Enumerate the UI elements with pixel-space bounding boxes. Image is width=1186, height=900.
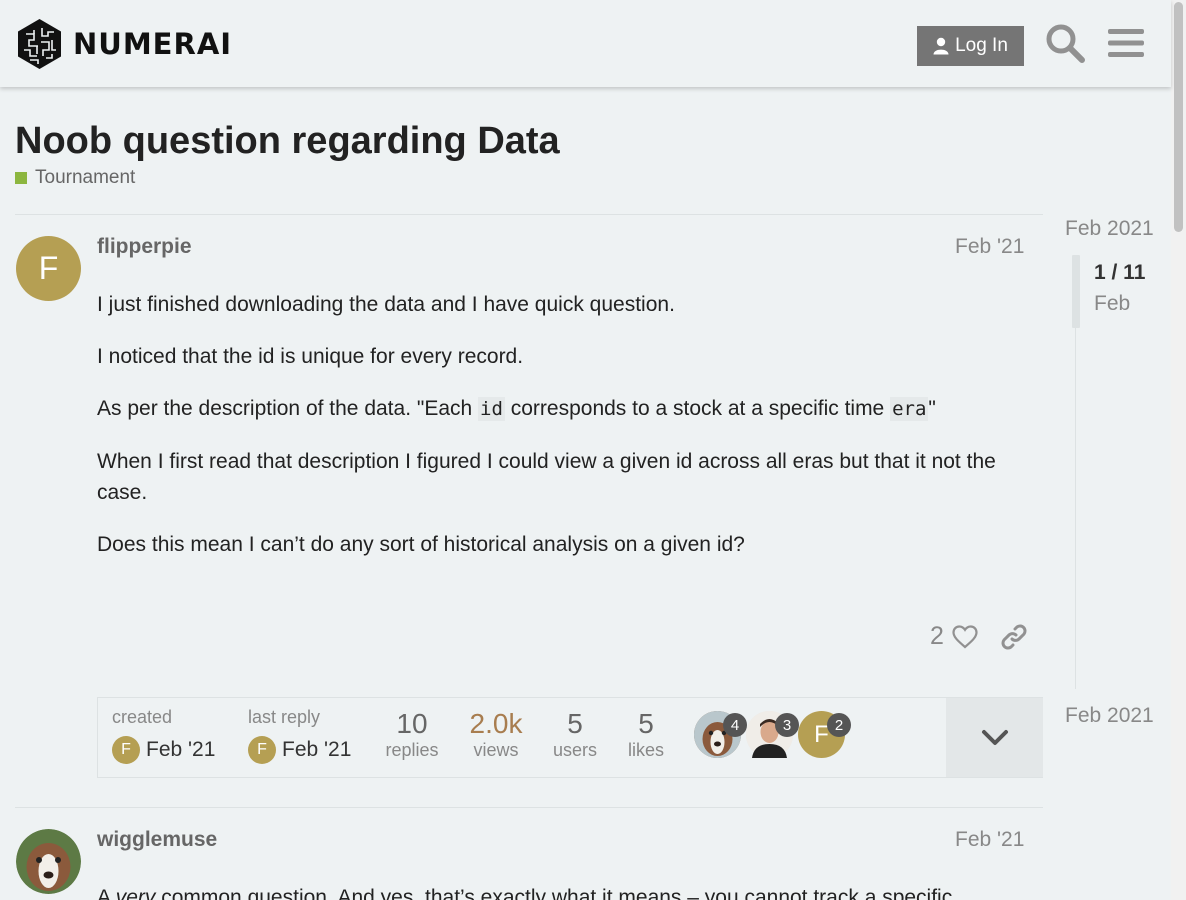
created-date: Feb '21 — [146, 738, 216, 761]
inline-code: id — [478, 397, 505, 421]
avatar[interactable] — [16, 829, 81, 894]
timeline-handle[interactable] — [1072, 255, 1080, 328]
category-badge[interactable]: Tournament — [15, 167, 135, 189]
timeline-current-date: Feb — [1094, 292, 1131, 315]
inline-code: era — [890, 397, 929, 421]
like-count[interactable]: 2 — [930, 622, 944, 651]
post-date[interactable]: Feb '21 — [955, 235, 1024, 259]
post-username[interactable]: wigglemuse — [97, 828, 217, 852]
post-paragraph: Does this mean I can’t do any sort of hi… — [97, 533, 745, 556]
created-label: created — [112, 707, 173, 727]
views-stat: 2.0k views — [464, 708, 528, 761]
avatar-letter: F — [38, 250, 59, 286]
views-count: 2.0k — [469, 708, 523, 739]
participant-post-count: 4 — [723, 713, 747, 737]
users-label: users — [552, 740, 597, 760]
replies-stat: 10 replies — [381, 708, 443, 761]
likes-stat: 5 likes — [623, 708, 669, 761]
hamburger-icon — [1108, 29, 1144, 57]
post-date[interactable]: Feb '21 — [955, 828, 1024, 852]
divider — [15, 214, 1043, 215]
avatar[interactable]: F — [16, 236, 81, 301]
created-info[interactable]: F Feb '21 — [112, 736, 215, 764]
likes-count: 5 — [638, 708, 654, 739]
post-actions: 2 — [930, 622, 1028, 651]
last-reply-label: last reply — [248, 707, 321, 727]
page-scrollbar[interactable] — [1171, 0, 1186, 900]
divider — [15, 807, 1043, 808]
post-paragraph: I just finished downloading the data and… — [97, 293, 675, 316]
timeline-start-date[interactable]: Feb 2021 — [1065, 217, 1154, 241]
heart-icon[interactable] — [952, 624, 978, 649]
post-paragraph: I noticed that the id is unique for ever… — [97, 345, 524, 368]
search-button[interactable] — [1044, 22, 1086, 64]
participant-post-count: 3 — [775, 713, 799, 737]
post-paragraph: A very common question. And yes, that’s … — [97, 886, 953, 900]
link-icon[interactable] — [1000, 623, 1028, 651]
post-paragraph: When I first read that description I fig… — [97, 450, 996, 504]
user-icon — [933, 37, 949, 55]
topic-title[interactable]: Noob question regarding Data — [15, 120, 560, 163]
last-reply-date: Feb '21 — [282, 738, 352, 761]
site-logo[interactable]: NUMERAI — [16, 18, 232, 70]
timeline-end-date[interactable]: Feb 2021 — [1065, 704, 1154, 728]
scrollbar-thumb[interactable] — [1174, 2, 1183, 232]
views-label: views — [473, 740, 519, 760]
category-name: Tournament — [35, 167, 136, 188]
post-content: I just finished downloading the data and… — [97, 289, 1027, 581]
avatar: F — [248, 736, 276, 764]
category-color-swatch — [15, 172, 27, 184]
logo-text: NUMERAI — [73, 27, 233, 61]
hamburger-menu-button[interactable] — [1105, 22, 1147, 64]
post-content: A very common question. And yes, that’s … — [97, 882, 1027, 900]
avatar: F — [112, 736, 140, 764]
users-count: 5 — [567, 708, 583, 739]
expand-topic-map-button[interactable] — [946, 698, 1043, 777]
likes-label: likes — [627, 740, 664, 760]
participant-post-count: 2 — [827, 713, 851, 737]
numerai-logo-icon — [18, 19, 61, 69]
users-stat: 5 users — [548, 708, 602, 761]
login-label: Log In — [955, 35, 1008, 56]
last-reply-info[interactable]: F Feb '21 — [248, 736, 351, 764]
timeline-position: 1 / 11 — [1094, 261, 1146, 284]
site-header: NUMERAI Log In — [0, 0, 1171, 87]
search-icon — [1046, 24, 1085, 63]
topic-map: created F Feb '21 last reply F Feb '21 1… — [97, 697, 1043, 778]
replies-count: 10 — [396, 708, 428, 739]
dog-avatar-icon — [16, 829, 81, 894]
post-paragraph: As per the description of the data. "Eac… — [97, 397, 936, 421]
login-button[interactable]: Log In — [917, 26, 1024, 66]
replies-label: replies — [385, 740, 439, 760]
chevron-down-icon — [981, 729, 1008, 745]
post-username[interactable]: flipperpie — [97, 235, 192, 259]
